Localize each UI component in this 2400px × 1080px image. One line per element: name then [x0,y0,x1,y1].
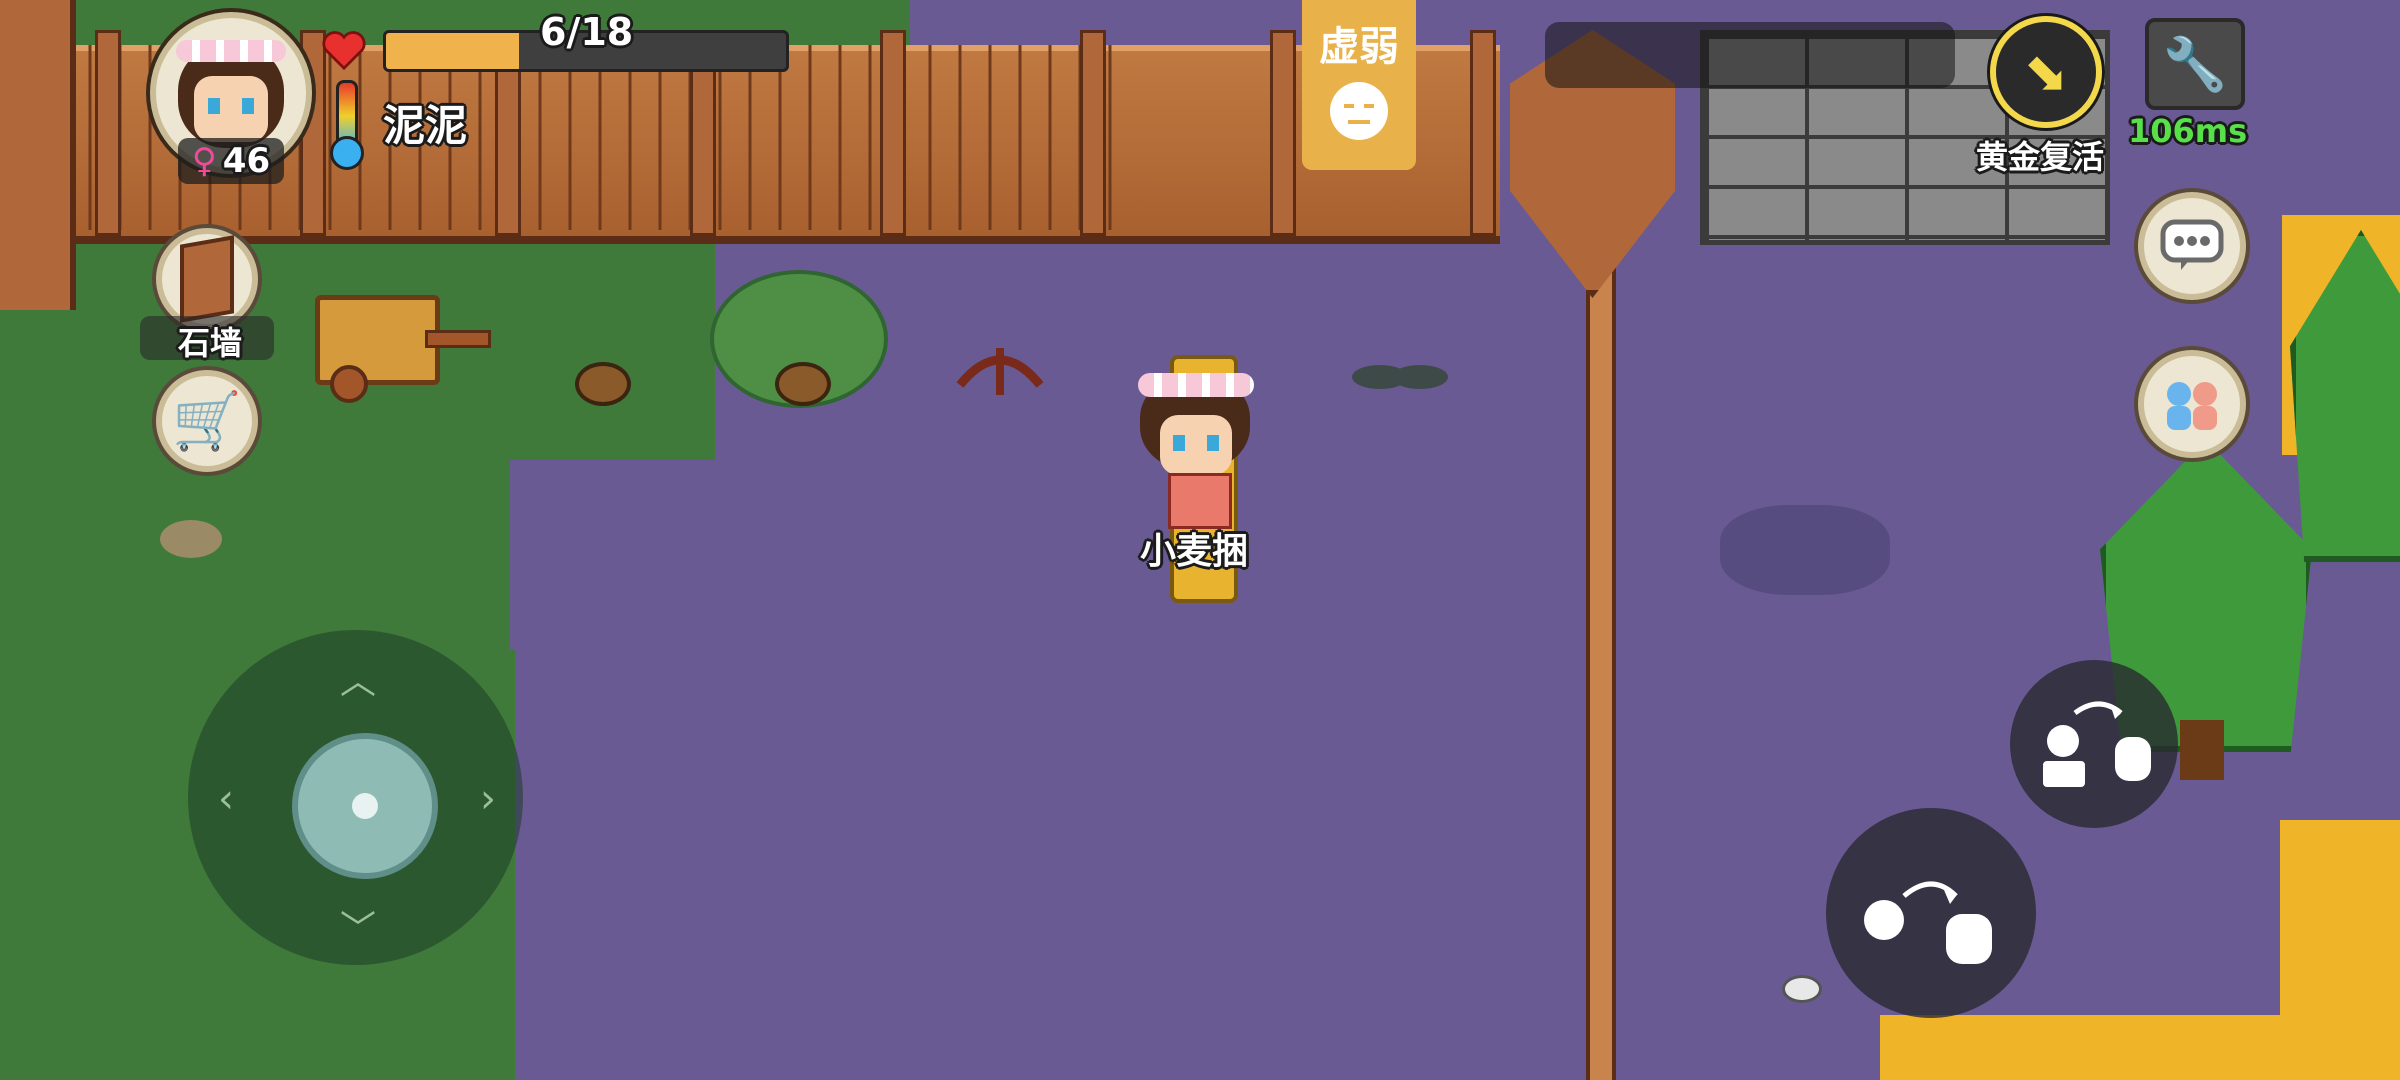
game-viewport[interactable]: 小麦捆 ♀ 46 6/18 泥泥 石墙 🛒 ︿ ﹀ ‹ › 虚弱 ⬊ 黄金复活 … [0,0,2400,1080]
pickup-hand-icon [2043,701,2151,787]
joystick-left-arrow: ‹ [218,776,234,822]
avatar-crown [176,40,286,62]
joystick-right-arrow: › [480,776,496,822]
settings-button[interactable]: 🔧 [2145,18,2245,110]
chat-button[interactable] [2138,192,2246,300]
revive-label: 黄金复活 [1976,138,2105,176]
weak-status-tag[interactable]: 虚弱 [1302,0,1416,170]
white-rock[interactable] [1782,975,1822,1003]
sand-area [1880,1015,2400,1080]
fence-post [1080,30,1106,236]
weak-status-label: 虚弱 [1319,24,1399,70]
door-icon [180,235,234,323]
revive-arrow-icon: ⬊ [2023,40,2069,104]
cart-handle [425,330,491,348]
sad-face-icon [1330,82,1388,140]
flower-crown [1138,373,1254,397]
flint-item[interactable] [1350,355,1450,400]
fence-post [1270,30,1296,236]
fence-post [95,30,121,236]
stone-wall-label: 石墙 [178,324,243,362]
shopping-cart-icon: 🛒 [172,389,242,454]
joystick-down-arrow: ﹀ [340,909,377,950]
carried-item-label: 小麦捆 [1140,531,1249,572]
joystick-up-arrow: ︿ [340,661,377,702]
shop-button[interactable]: 🛒 [156,370,258,472]
player-name: 泥泥 [383,101,468,150]
character-eye [1207,435,1219,451]
stone-item[interactable] [160,520,222,558]
female-icon: ♀ [191,141,217,181]
crossbow-item[interactable] [955,340,1045,400]
door-build-button[interactable] [156,228,258,330]
joystick-icon [352,793,378,819]
grass-area [0,460,510,650]
avatar-face [194,76,268,142]
hp-bar-fill [386,33,520,69]
seed-item[interactable] [775,362,831,406]
throw-icon [1864,881,1992,964]
hp-text: 6/18 [540,10,634,54]
thermometer-bulb [330,136,364,170]
seed-item[interactable] [575,362,631,406]
cart-wheel [330,365,368,403]
character-eye [1173,435,1185,451]
level-badge: ♀ 46 [178,138,284,184]
friends-icon [2167,382,2217,430]
heart-icon [322,31,366,70]
throw-button[interactable] [1826,808,2036,1018]
avatar-eye [208,98,220,114]
fence-post [880,30,906,236]
friends-button[interactable] [2138,350,2246,458]
chat-bubble-icon [2160,219,2224,270]
avatar-eye [242,98,254,114]
fence-corner [0,0,76,310]
dust-patch [1720,505,1890,595]
character-body [1168,473,1232,529]
wrench-icon: 🔧 [2162,34,2228,95]
tree-trunk [2180,720,2224,780]
joystick-knob[interactable] [292,733,438,879]
revive-progress-bar [1545,22,1955,88]
pickup-button[interactable] [2010,660,2178,828]
revive-button[interactable]: ⬊ [1990,16,2102,128]
character-face [1160,415,1232,475]
fence-post [1470,30,1496,236]
ping-text: 106ms [2128,112,2248,150]
player-level: 46 [222,141,271,181]
